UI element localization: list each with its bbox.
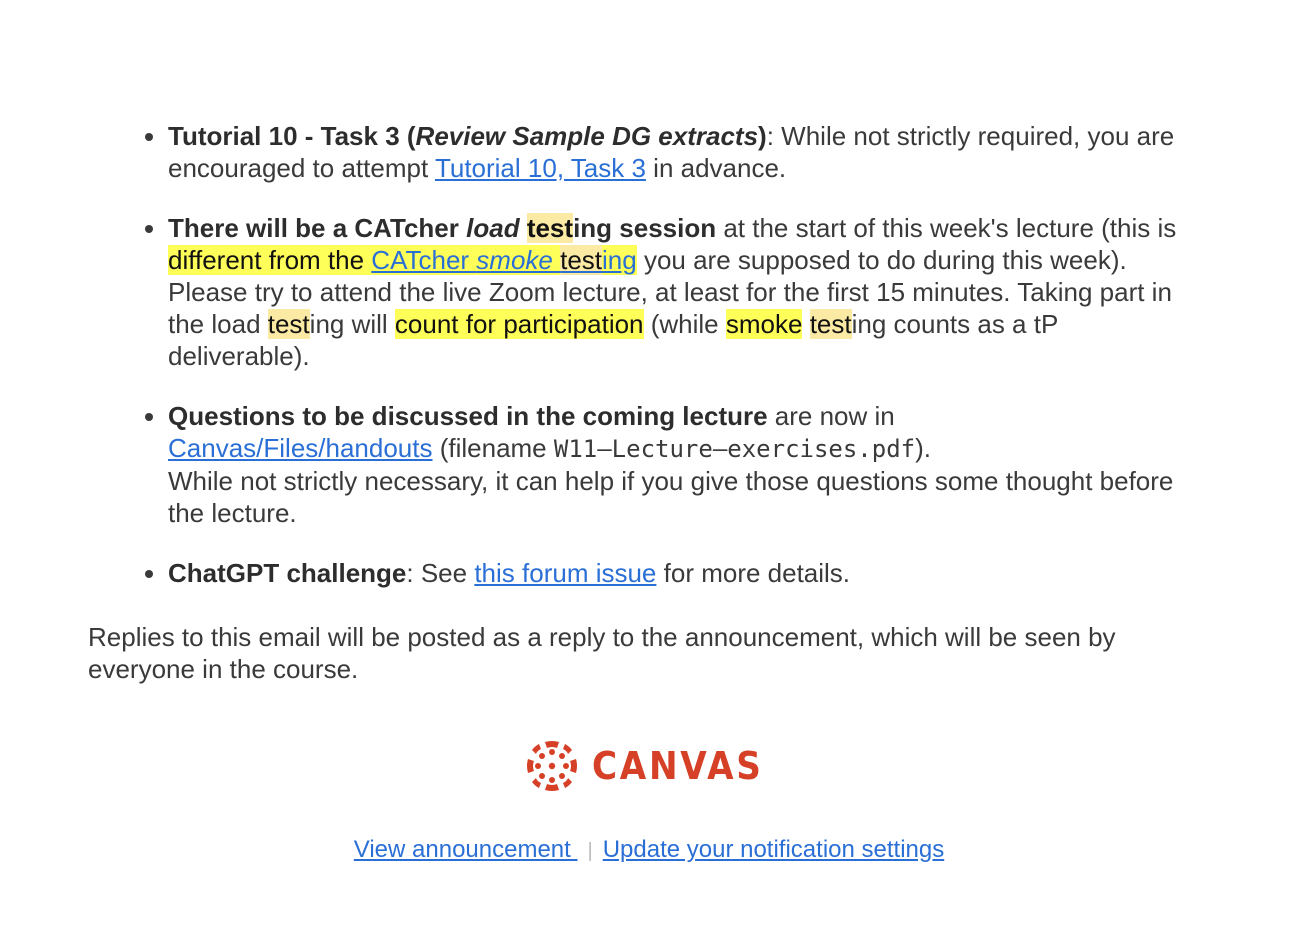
- list-item-tutorial: Tutorial 10 - Task 3 (Review Sample DG e…: [168, 120, 1178, 184]
- notification-settings-link[interactable]: Update your notification settings: [603, 836, 945, 863]
- handouts-link[interactable]: Canvas/Files/handouts: [168, 433, 432, 463]
- reply-note: Replies to this email will be posted as …: [88, 622, 1116, 684]
- item-text: for more details.: [656, 558, 851, 588]
- view-announcement-link[interactable]: View announcement: [354, 836, 578, 863]
- link-text-italic: smoke: [476, 245, 553, 275]
- canvas-logo-text: CANVAS: [592, 744, 764, 788]
- highlighted-text: count for participation: [394, 309, 644, 339]
- link-text: CATcher: [371, 245, 477, 275]
- canvas-logo-icon: [526, 740, 578, 792]
- list-item-catcher: There will be a CATcher load testing ses…: [168, 212, 1178, 372]
- item-title: ChatGPT challenge: [168, 558, 407, 588]
- canvas-logo: CANVAS: [526, 740, 783, 792]
- item-title-text: Tutorial 10 - Task 3 (: [168, 121, 416, 151]
- item-text: : See: [406, 558, 475, 588]
- item-title-text: [520, 213, 527, 243]
- highlighted-text-part: different from the: [168, 245, 372, 275]
- link-text: ing: [602, 245, 637, 275]
- item-text: While not strictly necessary, it can hel…: [168, 466, 1174, 528]
- item-title-text: ing session: [573, 213, 717, 243]
- highlighted-text: different from the CATcher smoke testing: [168, 245, 637, 275]
- forum-issue-link[interactable]: this forum issue: [474, 558, 656, 588]
- item-title-italic: Review Sample DG extracts: [415, 121, 759, 151]
- item-text: at the start of this week's lecture (thi…: [716, 213, 1177, 243]
- search-highlight: test: [809, 309, 852, 339]
- search-highlight: test: [560, 245, 603, 275]
- item-text: are now in: [767, 401, 895, 431]
- link-separator: |: [587, 840, 593, 862]
- filename-code: W11–Lecture–exercises.pdf: [553, 435, 916, 463]
- list-item-questions: Questions to be discussed in the coming …: [168, 400, 1178, 529]
- item-text: (filename: [432, 433, 554, 463]
- tutorial-link[interactable]: Tutorial 10, Task 3: [435, 153, 646, 183]
- item-text: ).: [915, 433, 931, 463]
- item-title-text: ): [758, 121, 767, 151]
- announcement-list: Tutorial 10 - Task 3 (Review Sample DG e…: [88, 120, 1178, 589]
- item-text: [802, 309, 809, 339]
- item-text: in advance.: [645, 153, 787, 183]
- item-title: Questions to be discussed in the coming …: [168, 401, 768, 431]
- catcher-smoke-testing-link[interactable]: CATcher smoke testing: [371, 245, 637, 275]
- highlighted-text: smoke: [725, 309, 803, 339]
- item-title: Tutorial 10 - Task 3 (Review Sample DG e…: [168, 121, 767, 151]
- item-title-text: There will be a CATcher: [168, 213, 467, 243]
- search-highlight: test: [267, 309, 310, 339]
- search-highlight: test: [526, 213, 574, 243]
- email-body: Tutorial 10 - Task 3 (Review Sample DG e…: [88, 120, 1178, 685]
- footer-links: View announcement | Update your notificat…: [0, 834, 1298, 867]
- item-text: (while: [643, 309, 726, 339]
- item-title: There will be a CATcher load testing ses…: [168, 213, 716, 243]
- item-title-italic: load: [466, 213, 520, 243]
- list-item-chatgpt: ChatGPT challenge: See this forum issue …: [168, 557, 1178, 589]
- item-text: ing will: [309, 309, 395, 339]
